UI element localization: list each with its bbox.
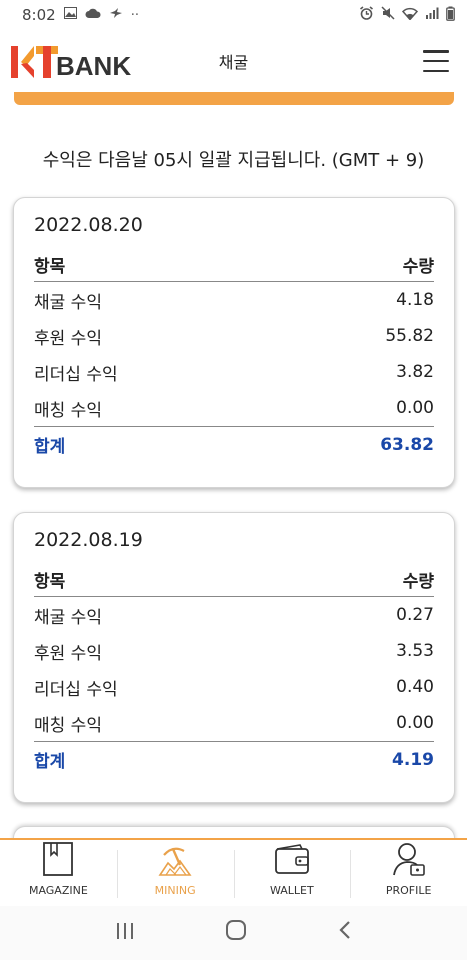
back-icon[interactable] [338, 920, 352, 946]
row-value: 0.27 [396, 605, 434, 625]
header-amount: 수량 [402, 257, 434, 277]
hamburger-menu-icon[interactable] [423, 50, 449, 72]
total-label: 합계 [34, 752, 66, 772]
table-row: 후원 수익 55.82 [34, 318, 434, 354]
page-title: 채굴 [218, 53, 249, 72]
nav-wallet[interactable]: WALLET [233, 840, 351, 906]
row-label: 매칭 수익 [34, 400, 102, 421]
payout-notice: 수익은 다음날 05시 일괄 지급됩니다. (GMT + 9) [42, 150, 425, 171]
logo[interactable]: BANK [10, 40, 131, 82]
row-value: 0.40 [396, 677, 434, 697]
row-label: 매칭 수익 [34, 715, 102, 736]
more-dots-icon: ·· [130, 7, 139, 23]
card-date: 2022.08.19 [34, 529, 143, 551]
table-row: 리더십 수익 3.82 [34, 354, 434, 390]
total-row: 합계 4.19 [34, 741, 434, 777]
row-label: 리더십 수익 [34, 679, 118, 700]
bird-icon [109, 7, 123, 23]
wifi-icon [401, 7, 419, 24]
logo-text: BANK [56, 51, 132, 81]
home-icon[interactable] [225, 919, 247, 947]
total-value: 4.19 [392, 749, 434, 770]
mute-icon [381, 6, 395, 24]
row-value: 0.00 [396, 398, 434, 418]
row-value: 3.82 [396, 362, 434, 382]
row-label: 리더십 수익 [34, 364, 118, 385]
nav-label: PROFILE [385, 884, 432, 897]
header-item: 항목 [34, 572, 66, 592]
table-row: 매칭 수익 0.00 [34, 390, 434, 426]
row-label: 채굴 수익 [34, 607, 102, 628]
image-icon [63, 7, 77, 23]
table-row: 채굴 수익 0.27 [34, 597, 434, 633]
status-bar: 8:02 ·· [0, 0, 467, 30]
nav-mining[interactable]: MINING [116, 840, 234, 906]
table-header-row: 항목 수량 [34, 248, 434, 282]
table-header-row: 항목 수량 [34, 563, 434, 597]
card-date: 2022.08.20 [34, 214, 143, 236]
wallet-icon [272, 840, 312, 878]
row-label: 후원 수익 [34, 643, 102, 664]
row-value: 4.18 [396, 290, 434, 310]
table-row: 채굴 수익 4.18 [34, 282, 434, 318]
header-amount: 수량 [402, 572, 434, 592]
alarm-icon [359, 6, 374, 24]
bottom-nav: MAGAZINE MINING WALLET PROFILE [0, 838, 467, 906]
header-item: 항목 [34, 257, 66, 277]
table-row: 후원 수익 3.53 [34, 633, 434, 669]
table-row: 리더십 수익 0.40 [34, 669, 434, 705]
status-time: 8:02 [22, 6, 56, 24]
row-value: 3.53 [396, 641, 434, 661]
nav-magazine[interactable]: MAGAZINE [0, 840, 117, 906]
row-value: 55.82 [385, 326, 434, 346]
recent-apps-icon[interactable] [115, 921, 135, 946]
row-value: 0.00 [396, 713, 434, 733]
row-label: 채굴 수익 [34, 292, 102, 313]
total-row: 합계 63.82 [34, 426, 434, 462]
total-label: 합계 [34, 437, 66, 457]
profile-icon [389, 840, 429, 878]
row-label: 후원 수익 [34, 328, 102, 349]
nav-label: MAGAZINE [28, 884, 88, 897]
mining-icon [155, 840, 195, 878]
earnings-card: 2022.08.19 항목 수량 채굴 수익 0.27 후원 수익 3.53 리… [13, 512, 455, 803]
earnings-card: 2022.08.20 항목 수량 채굴 수익 4.18 후원 수익 55.82 … [13, 197, 455, 488]
signal-icon [425, 7, 439, 24]
app-header: BANK 채굴 [0, 30, 467, 92]
table-row: 매칭 수익 0.00 [34, 705, 434, 741]
magazine-icon [38, 840, 78, 878]
battery-icon [446, 6, 455, 25]
nav-label: MINING [154, 884, 196, 897]
total-value: 63.82 [380, 434, 434, 455]
logo-mark-icon [10, 42, 58, 82]
header-accent-bar [14, 92, 454, 105]
system-nav-bar [0, 906, 467, 960]
nav-label: WALLET [270, 884, 314, 897]
cloud-icon [85, 8, 101, 23]
nav-profile[interactable]: PROFILE [350, 840, 467, 906]
